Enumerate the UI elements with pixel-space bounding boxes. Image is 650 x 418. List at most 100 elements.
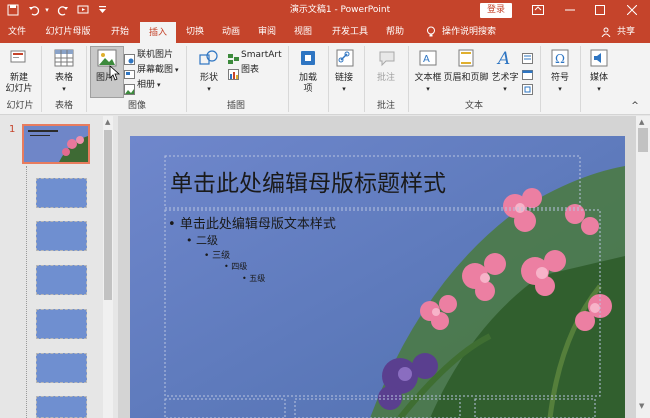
- textbox-dropdown-icon[interactable]: ▾: [412, 84, 444, 95]
- thumbnail-connector: [26, 166, 27, 418]
- tab-review[interactable]: 审阅: [252, 21, 282, 43]
- editor-scroll-up-icon[interactable]: ▲: [639, 118, 644, 126]
- slide-title-placeholder[interactable]: 单击此处编辑母版标题样式: [170, 164, 446, 198]
- smartart-button[interactable]: SmartArt: [241, 50, 282, 61]
- tab-animations[interactable]: 动画: [216, 21, 246, 43]
- group-images-label: 图像: [127, 101, 146, 111]
- tab-view[interactable]: 视图: [288, 21, 318, 43]
- textbox-button[interactable]: 文本框: [412, 73, 444, 84]
- tab-help[interactable]: 帮助: [380, 21, 410, 43]
- layout-thumbnail[interactable]: [36, 353, 87, 383]
- screenshot-button[interactable]: 屏幕截图: [137, 65, 173, 76]
- ribbon-display-options-icon[interactable]: [528, 0, 548, 21]
- close-icon[interactable]: [622, 0, 642, 21]
- layout-thumbnail[interactable]: [36, 396, 87, 418]
- svg-text:A: A: [496, 49, 510, 68]
- media-dropdown-icon[interactable]: ▾: [584, 84, 614, 95]
- text-level-4[interactable]: • 四级: [224, 261, 247, 272]
- text-level-1[interactable]: • 单击此处编辑母版文本样式: [168, 213, 336, 232]
- collapse-ribbon-icon[interactable]: ^: [628, 101, 642, 112]
- text-level-4-label: 四级: [231, 262, 248, 271]
- scrollbar-thumb[interactable]: [104, 130, 112, 300]
- wordart-button[interactable]: 艺术字: [490, 73, 520, 84]
- undo-icon[interactable]: [27, 0, 41, 21]
- object-icon[interactable]: [522, 80, 533, 99]
- tab-developer[interactable]: 开发工具: [326, 21, 374, 43]
- symbols-dropdown-icon[interactable]: ▾: [546, 84, 574, 95]
- screenshot-dropdown-icon[interactable]: ▾: [175, 65, 179, 76]
- table-dropdown-icon[interactable]: ▾: [48, 84, 80, 95]
- save-icon[interactable]: [4, 0, 22, 21]
- slide-editor: 单击此处编辑母版标题样式 • 单击此处编辑母版文本样式 • 二级 • 三级 • …: [118, 116, 636, 418]
- layout-thumbnail[interactable]: [36, 221, 87, 251]
- tab-insert[interactable]: 插入: [140, 22, 176, 43]
- links-dropdown-icon[interactable]: ▾: [330, 84, 358, 95]
- tab-transitions[interactable]: 切换: [180, 21, 210, 43]
- title-bar: ▾ 演示文稿1 - PowerPoint 登录: [0, 0, 650, 21]
- slide-canvas[interactable]: 单击此处编辑母版标题样式 • 单击此处编辑母版文本样式 • 二级 • 三级 • …: [130, 136, 625, 418]
- editor-scrollbar-thumb[interactable]: [638, 128, 648, 152]
- layout-thumbnail[interactable]: [36, 178, 87, 208]
- group-divider: [186, 46, 187, 112]
- addins-button[interactable]: 加载 项: [294, 73, 322, 95]
- redo-icon[interactable]: [56, 0, 70, 21]
- photo-album-button[interactable]: 相册: [137, 80, 155, 91]
- media-icon: [590, 49, 608, 71]
- shapes-dropdown-icon[interactable]: ▾: [196, 84, 222, 95]
- text-level-3[interactable]: • 三级: [204, 248, 230, 261]
- addins-icon: [299, 49, 317, 71]
- text-level-2[interactable]: • 二级: [186, 232, 218, 248]
- online-pictures-button[interactable]: 联机图片: [137, 50, 173, 61]
- slide-thumbnail-pane: 1 ▲: [0, 116, 118, 418]
- maximize-icon[interactable]: [590, 0, 610, 21]
- login-button[interactable]: 登录: [480, 3, 512, 18]
- editor-scrollbar[interactable]: ▲ ▼: [636, 116, 650, 418]
- wordart-dropdown-icon[interactable]: ▾: [490, 84, 520, 95]
- photo-album-icon: [124, 80, 135, 99]
- thumbnail-scrollbar[interactable]: ▲: [103, 116, 113, 418]
- new-slide-button[interactable]: 新建 幻灯片: [2, 73, 36, 95]
- ribbon: 新建 幻灯片 幻灯片 表格 ▾ 表格 图片 联机图片 屏幕截图 ▾ 相册 ▾ 图…: [0, 43, 650, 115]
- symbols-button[interactable]: 符号: [546, 73, 574, 84]
- group-divider: [41, 46, 42, 112]
- media-button[interactable]: 媒体: [584, 73, 614, 84]
- scroll-up-icon[interactable]: ▲: [105, 118, 110, 126]
- share-button[interactable]: 共享: [613, 21, 639, 43]
- customize-toolbar-icon[interactable]: [96, 0, 108, 21]
- editor-scroll-down-icon[interactable]: ▼: [639, 402, 644, 410]
- tell-me-search[interactable]: 操作说明搜索: [440, 21, 498, 43]
- tab-file[interactable]: 文件: [4, 21, 30, 43]
- group-divider: [540, 46, 541, 112]
- text-level-5[interactable]: • 五级: [242, 273, 265, 284]
- master-thumbnail[interactable]: [22, 124, 90, 164]
- comment-button[interactable]: 批注: [372, 73, 400, 84]
- header-footer-icon: [458, 49, 474, 71]
- undo-dropdown-icon[interactable]: ▾: [42, 0, 52, 21]
- share-icon[interactable]: [600, 21, 612, 43]
- links-button[interactable]: 链接: [330, 73, 358, 84]
- tab-slide-master[interactable]: 幻灯片母版: [40, 21, 96, 43]
- shapes-button[interactable]: 形状: [196, 73, 222, 84]
- tab-home[interactable]: 开始: [104, 21, 136, 43]
- window-title: 演示文稿1 - PowerPoint: [289, 5, 391, 15]
- group-tables-label: 表格: [54, 101, 73, 111]
- text-level-3-label: 三级: [212, 251, 231, 261]
- group-divider: [328, 46, 329, 112]
- lightbulb-icon[interactable]: [424, 21, 438, 43]
- layout-thumbnail[interactable]: [36, 309, 87, 339]
- group-slides-label: 幻灯片: [6, 101, 34, 111]
- minimize-icon[interactable]: [560, 0, 580, 21]
- group-divider: [364, 46, 365, 112]
- table-button[interactable]: 表格: [48, 73, 80, 84]
- textbox-icon: A: [419, 49, 437, 71]
- symbols-icon: Ω: [551, 49, 569, 71]
- group-divider: [408, 46, 409, 112]
- header-footer-button[interactable]: 页眉和页脚: [442, 73, 490, 84]
- text-level-5-label: 五级: [249, 274, 266, 283]
- album-dropdown-icon[interactable]: ▾: [157, 80, 161, 91]
- group-divider: [580, 46, 581, 112]
- layout-thumbnail[interactable]: [36, 265, 87, 295]
- start-from-beginning-icon[interactable]: [74, 0, 92, 21]
- chart-button[interactable]: 图表: [241, 65, 259, 76]
- ribbon-tabs: 文件 幻灯片母版 开始 插入 切换 动画 审阅 视图 开发工具 帮助 操作说明搜…: [0, 21, 650, 43]
